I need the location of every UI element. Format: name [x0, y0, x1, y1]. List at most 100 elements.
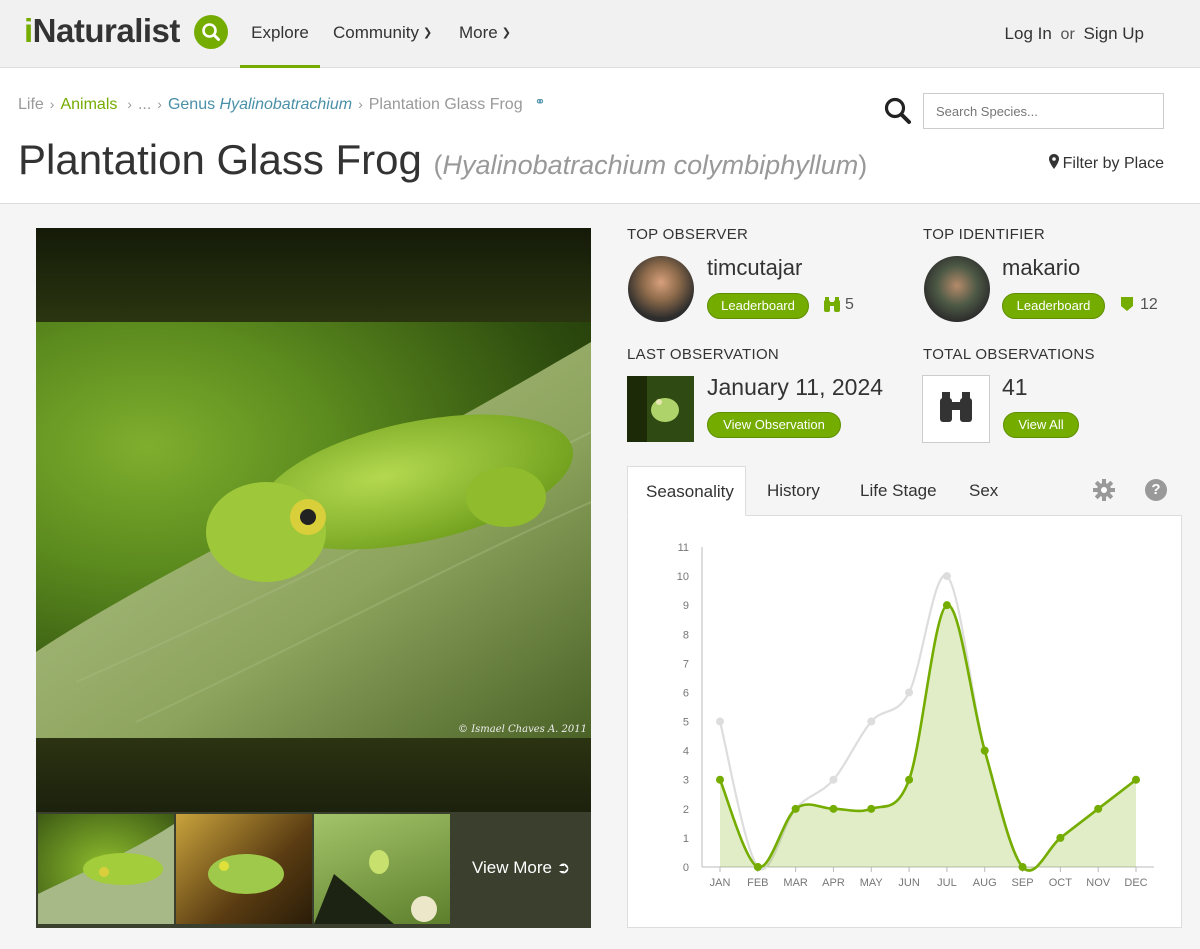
identifier-count: 12 — [1140, 296, 1158, 313]
identifier-leaderboard-button[interactable]: Leaderboard — [1002, 293, 1105, 319]
chevron-down-icon: ❯ — [422, 27, 433, 39]
series-point — [980, 746, 989, 755]
chevron-down-icon: ❯ — [501, 27, 511, 39]
series-point — [716, 717, 724, 726]
series-point — [829, 775, 838, 784]
x-tick-label: AUG — [973, 877, 997, 889]
view-more-photos-button[interactable]: View More ➲ — [472, 858, 570, 878]
nav-community-label: Community — [333, 23, 419, 42]
tab-life-stage[interactable]: Life Stage — [842, 466, 955, 516]
filter-label: Filter by Place — [1062, 155, 1164, 172]
top-observer-name[interactable]: timcutajar — [707, 255, 802, 281]
help-icon[interactable]: ? — [1145, 479, 1167, 501]
genus-prefix: Genus — [167, 96, 216, 113]
breadcrumb-separator: › — [157, 96, 162, 112]
breadcrumb-animals[interactable]: Animals — [60, 96, 117, 113]
y-tick-label: 1 — [683, 833, 689, 845]
photo-thumbnail[interactable] — [314, 814, 450, 924]
nav-community[interactable]: Community ❯ — [333, 0, 432, 68]
map-marker-icon — [1048, 154, 1059, 169]
view-observation-button[interactable]: View Observation — [707, 412, 841, 438]
logo-text: Naturalist — [32, 12, 181, 49]
seasonality-chart: 0 1 2 3 4 5 6 7 8 9 10 11 JAN FEB MAR APR MAY JUN JUL AUG SE… — [677, 542, 1154, 889]
search-species-icon[interactable] — [884, 97, 912, 125]
x-tick-label: OCT — [1049, 877, 1073, 889]
genus-name: Hyalinobatrachium — [219, 96, 353, 113]
top-identifier-name[interactable]: makario — [1002, 255, 1080, 281]
series-point — [791, 804, 800, 813]
observer-leaderboard-button[interactable]: Leaderboard — [707, 293, 809, 319]
breadcrumb-ellipsis[interactable]: ... — [138, 96, 151, 113]
search-icon — [202, 23, 220, 41]
top-nav: iNaturalist Explore Community ❯ More ❯ Log… — [0, 0, 1200, 68]
sci-paren-close: ) — [858, 150, 868, 180]
view-all-button[interactable]: View All — [1003, 412, 1079, 438]
inaturalist-logo[interactable]: iNaturalist — [24, 12, 180, 50]
breadcrumb-genus[interactable]: Genus Hyalinobatrachium — [168, 96, 352, 113]
tab-seasonality[interactable]: Seasonality — [627, 466, 746, 516]
x-tick-label: MAR — [783, 877, 808, 889]
total-observations-icon-box — [922, 375, 990, 443]
frog-photo — [36, 342, 591, 738]
x-tick-label: JUL — [937, 877, 957, 889]
y-tick-label: 4 — [683, 746, 689, 758]
scientific-name-text: Hyalinobatrachium colymbiphyllum — [442, 150, 859, 180]
series-point — [716, 775, 724, 784]
filter-by-place-button[interactable]: Filter by Place — [1048, 154, 1164, 173]
thumbnail-frog-image — [314, 850, 437, 924]
binoculars-icon — [940, 392, 972, 422]
x-tick-label: APR — [822, 877, 845, 889]
top-observer-label: TOP OBSERVER — [627, 226, 749, 243]
identification-marker-icon — [1121, 297, 1133, 311]
gear-icon[interactable] — [1092, 478, 1116, 502]
binoculars-icon — [824, 297, 840, 312]
series-point — [942, 601, 951, 610]
photo-thumbnails: View More ➲ — [36, 812, 591, 928]
y-tick-label: 8 — [683, 629, 689, 641]
y-tick-label: 9 — [683, 600, 689, 612]
x-tick-label: FEB — [747, 877, 768, 889]
main-photo[interactable]: © Ismael Chaves A. 2011 — [36, 322, 591, 738]
arrow-circle-right-icon: ➲ — [556, 860, 571, 877]
observer-count: 5 — [845, 296, 854, 313]
total-observations-label: TOTAL OBSERVATIONS — [923, 346, 1095, 363]
x-tick-label: JAN — [710, 877, 731, 889]
series-point — [1132, 775, 1140, 784]
y-tick-label: 7 — [683, 658, 689, 670]
series-point — [829, 804, 838, 813]
x-tick-label: SEP — [1012, 877, 1034, 889]
view-more-label: View More — [472, 858, 552, 877]
tab-history[interactable]: History — [749, 466, 838, 516]
y-tick-label: 6 — [683, 687, 689, 699]
y-tick-label: 11 — [678, 542, 689, 554]
breadcrumb-separator: › — [123, 96, 132, 112]
scientific-name: (Hyalinobatrachium colymbiphyllum) — [434, 150, 868, 180]
search-button[interactable] — [194, 15, 228, 49]
auth-links: Log In or Sign Up — [1005, 0, 1144, 68]
nav-more-label: More — [459, 23, 498, 42]
signup-link[interactable]: Sign Up — [1084, 24, 1144, 43]
y-tick-label: 2 — [683, 804, 689, 816]
link-icon[interactable]: ⚭ — [535, 94, 546, 110]
search-species-input[interactable] — [923, 93, 1164, 129]
login-link[interactable]: Log In — [1005, 24, 1052, 43]
photo-thumbnail[interactable] — [38, 814, 174, 924]
photo-top-fill — [36, 228, 591, 322]
photo-copyright: © Ismael Chaves A. 2011 — [458, 724, 587, 735]
photo-thumbnail[interactable] — [176, 814, 312, 924]
series-point — [905, 775, 914, 784]
x-tick-label: DEC — [1124, 877, 1147, 889]
breadcrumb-life[interactable]: Life — [18, 96, 44, 113]
thumbnail-frog-image — [38, 824, 174, 924]
series-point — [1018, 863, 1027, 871]
avatar[interactable] — [924, 256, 990, 322]
nav-more[interactable]: More ❯ — [459, 0, 511, 68]
avatar[interactable] — [628, 256, 694, 322]
tab-sex[interactable]: Sex — [951, 466, 1016, 516]
y-tick-label: 10 — [677, 571, 689, 583]
thumbnail-frog-image — [208, 854, 284, 894]
series-point — [867, 717, 876, 726]
common-name: Plantation Glass Frog — [18, 136, 422, 183]
last-observation-thumbnail[interactable] — [627, 376, 694, 442]
nav-explore[interactable]: Explore — [240, 0, 320, 68]
